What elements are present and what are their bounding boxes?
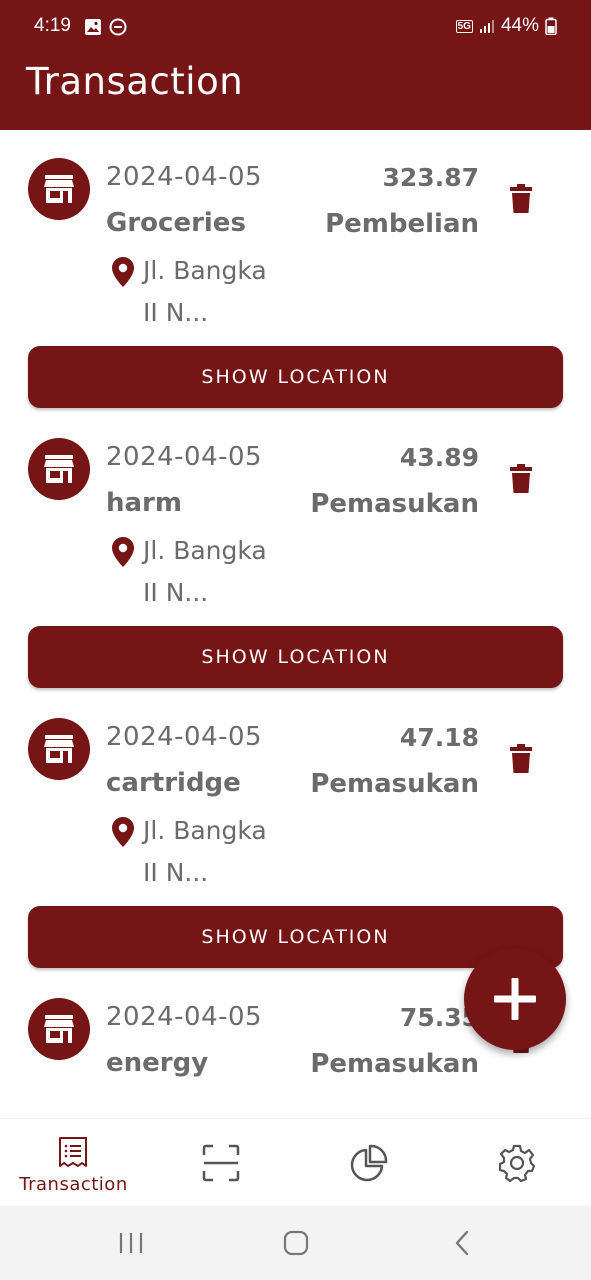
transaction-address: Jl. Bangka (143, 816, 267, 845)
nav-item-settings[interactable] (441, 1119, 588, 1207)
add-transaction-button[interactable] (464, 948, 566, 1050)
transaction-address: Jl. Bangka (143, 256, 267, 285)
recent-apps-icon[interactable] (118, 1230, 144, 1256)
battery-icon (545, 17, 557, 35)
trash-icon[interactable] (510, 464, 532, 494)
nav-label: Transaction (19, 1174, 128, 1195)
transaction-name: cartridge (106, 768, 241, 798)
store-avatar (28, 998, 90, 1060)
system-navigation-bar (0, 1206, 591, 1280)
signal-icon (479, 20, 494, 33)
back-icon[interactable] (450, 1230, 476, 1256)
bottom-navigation: Transaction (0, 1118, 591, 1206)
home-icon[interactable] (283, 1230, 309, 1256)
gallery-notification-icon (85, 19, 101, 35)
transaction-name: energy (106, 1048, 209, 1078)
transaction-card: 2024-04-05 cartridge 47.18 Pemasukan Jl.… (0, 690, 591, 970)
location-pin-icon (112, 537, 134, 567)
transaction-type: Pembelian (325, 209, 479, 239)
nav-item-transaction[interactable]: Transaction (0, 1119, 147, 1207)
do-not-disturb-icon (109, 18, 127, 36)
show-location-button[interactable]: SHOW LOCATION (28, 346, 563, 408)
transaction-card: 2024-04-05 Groceries 323.87 Pembelian Jl… (0, 130, 591, 410)
nav-item-statistics[interactable] (294, 1119, 441, 1207)
transaction-name: Groceries (106, 208, 246, 238)
store-avatar (28, 158, 90, 220)
transaction-type: Pemasukan (310, 769, 479, 799)
transaction-amount: 47.18 (399, 723, 479, 752)
transaction-address-cont: II N... (143, 858, 209, 887)
transaction-amount: 323.87 (382, 163, 479, 192)
transaction-date: 2024-04-05 (106, 722, 263, 752)
status-indicators: 5G 44% (455, 15, 557, 37)
pie-chart-icon (350, 1144, 388, 1182)
transaction-date: 2024-04-05 (106, 1002, 263, 1032)
show-location-button[interactable]: SHOW LOCATION (28, 626, 563, 688)
store-avatar (28, 438, 90, 500)
transaction-type: Pemasukan (310, 1049, 479, 1079)
store-avatar (28, 718, 90, 780)
store-icon (44, 735, 74, 763)
transaction-amount: 43.89 (399, 443, 479, 472)
app-bar: Transaction (0, 56, 591, 130)
transaction-date: 2024-04-05 (106, 442, 263, 472)
gear-icon (498, 1144, 536, 1183)
transaction-address-cont: II N... (143, 298, 209, 327)
location-pin-icon (112, 257, 134, 287)
network-badge: 5G (455, 19, 473, 33)
trash-icon[interactable] (510, 744, 532, 774)
transaction-type: Pemasukan (310, 489, 479, 519)
receipt-list-icon (59, 1137, 87, 1167)
battery-percent: 44% (500, 15, 539, 36)
transaction-address: Jl. Bangka (143, 536, 267, 565)
location-pin-icon (112, 817, 134, 847)
status-bar: 4:19 5G 44% (0, 0, 591, 56)
store-icon (44, 175, 74, 203)
transaction-name: harm (106, 488, 182, 518)
scan-icon (202, 1144, 240, 1182)
plus-icon (494, 978, 536, 1020)
nav-item-scan[interactable] (147, 1119, 294, 1207)
page-title: Transaction (26, 60, 244, 103)
store-icon (44, 1015, 74, 1043)
transaction-card: 2024-04-05 harm 43.89 Pemasukan Jl. Bang… (0, 410, 591, 690)
trash-icon[interactable] (510, 184, 532, 214)
store-icon (44, 455, 74, 483)
transaction-address-cont: II N... (143, 578, 209, 607)
status-time: 4:19 (34, 15, 71, 36)
transaction-date: 2024-04-05 (106, 162, 263, 192)
